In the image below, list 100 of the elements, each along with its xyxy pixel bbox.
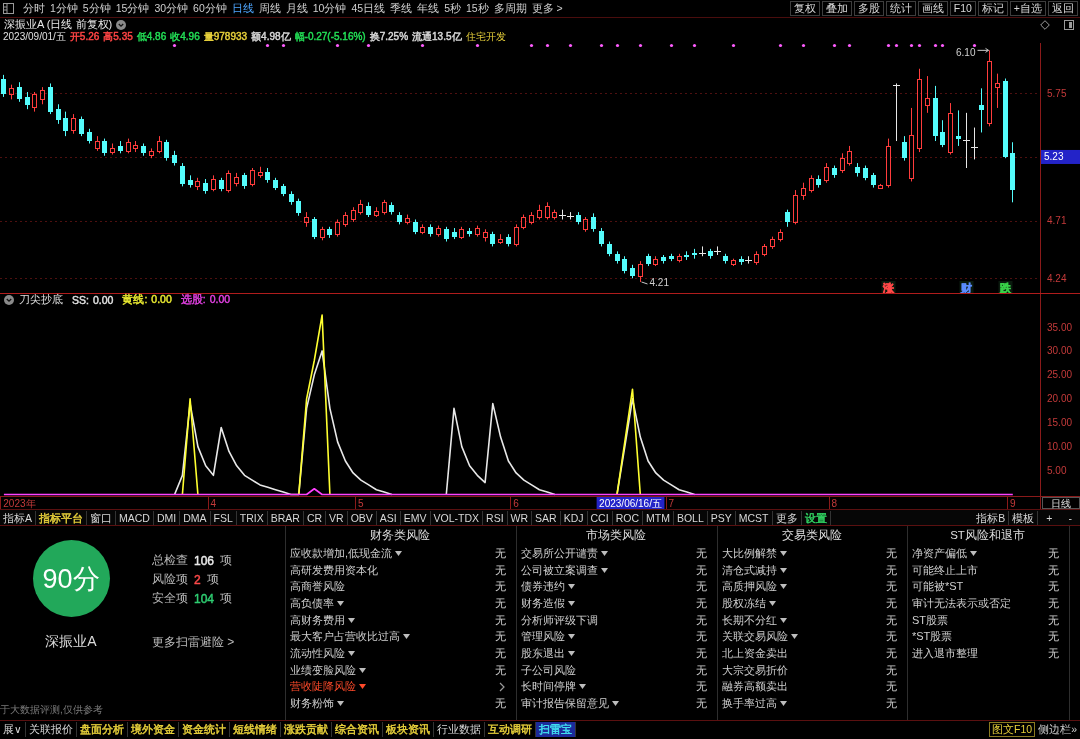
toolbar-button[interactable]: 多股 (853, 1, 884, 16)
caret-down-icon[interactable] (601, 550, 608, 556)
risk-item[interactable]: 可能终止上市 (912, 562, 978, 578)
risk-item[interactable]: *ST股票 (912, 629, 953, 645)
indicator-tab[interactable]: ASI (376, 510, 401, 525)
risk-item[interactable]: 高研发费用资本化 (290, 562, 378, 578)
indicator-tab[interactable]: 更多 (772, 510, 802, 525)
caret-down-icon[interactable] (780, 701, 787, 707)
caret-down-icon[interactable] (780, 567, 787, 573)
toolbar-button[interactable]: +自选 (1009, 1, 1046, 16)
risk-item[interactable]: 长期不分红 (722, 612, 777, 628)
risk-item[interactable]: 公司被立案调查 (521, 562, 598, 578)
caret-down-icon[interactable] (780, 584, 787, 590)
risk-item[interactable]: 高负债率 (290, 595, 334, 611)
bottom-tab[interactable]: 涨跌贡献 (280, 722, 332, 737)
indicator-tab[interactable]: FSL (210, 510, 237, 525)
risk-item[interactable]: 管理风险 (521, 629, 565, 645)
risk-item[interactable]: 换手率过高 (722, 696, 777, 712)
indicator-tab[interactable]: 模板 (1009, 510, 1039, 525)
risk-item[interactable]: 大宗交易折价 (722, 662, 788, 678)
indicator-tab[interactable]: DMA (180, 510, 211, 525)
risk-item[interactable]: 大比例解禁 (722, 545, 777, 561)
risk-item[interactable]: 融券高额卖出 (722, 679, 788, 695)
caret-down-icon[interactable] (780, 617, 787, 623)
risk-item[interactable]: 业绩变脸风险 (290, 662, 356, 678)
period-tab[interactable]: 周线 (256, 1, 283, 16)
bottom-tab[interactable]: 资金统计 (178, 722, 230, 737)
risk-item[interactable]: 营收陡降风险 (290, 679, 356, 695)
indicator-tab[interactable]: PSY (707, 510, 736, 525)
indicator-tab[interactable]: ROC (612, 510, 643, 525)
caret-down-icon[interactable] (970, 550, 977, 556)
indicator-tab[interactable]: MTM (642, 510, 674, 525)
period-tab[interactable]: 多周期 (491, 1, 529, 16)
caret-down-icon[interactable] (403, 634, 410, 640)
risk-item[interactable]: 北上资金卖出 (722, 645, 788, 661)
indicator-tab[interactable]: 指标平台 (36, 510, 87, 525)
toolbar-button[interactable]: 统计 (885, 1, 916, 16)
chevron-right-icon[interactable] (499, 681, 505, 692)
indicator-tab[interactable]: 指标A (0, 510, 36, 525)
bottom-tab[interactable]: 盘面分析 (76, 722, 128, 737)
caret-down-icon[interactable] (568, 584, 575, 590)
period-tab[interactable]: 15秒 (463, 1, 491, 16)
indicator-tab[interactable]: OBV (347, 510, 377, 525)
risk-item[interactable]: 高财务费用 (290, 612, 345, 628)
indicator-tab[interactable]: SAR (532, 510, 561, 525)
toolbar-button[interactable]: 返回 (1048, 1, 1078, 16)
caret-down-icon[interactable] (568, 600, 575, 606)
indicator-tab[interactable]: BRAR (267, 510, 304, 525)
caret-down-icon[interactable] (337, 701, 344, 707)
indicator-tab[interactable]: WR (507, 510, 533, 525)
bottom-tab[interactable]: 扫雷宝 (535, 722, 576, 737)
toolbar-button[interactable]: 复权 (789, 1, 820, 16)
risk-item[interactable]: 股权冻结 (722, 595, 766, 611)
period-tab[interactable]: 15分钟 (113, 1, 152, 16)
diamond-icon[interactable] (1040, 19, 1050, 30)
indicator-tab[interactable]: VOL-TDX (430, 510, 484, 525)
risk-item[interactable]: 可能被*ST (912, 579, 964, 595)
chevron-circle-icon[interactable] (116, 19, 127, 30)
period-tab[interactable]: 1分钟 (48, 1, 80, 16)
risk-item[interactable]: 清仓式减持 (722, 562, 777, 578)
period-tab[interactable]: 月线 (283, 1, 310, 16)
f10-button[interactable]: 图文F10 (989, 722, 1036, 737)
toolbar-button[interactable]: F10 (949, 1, 976, 16)
add-button[interactable]: + (1038, 510, 1061, 525)
bottom-tab[interactable]: 板块资讯 (382, 722, 434, 737)
bottom-tab[interactable]: 境外资金 (127, 722, 179, 737)
risk-item[interactable]: 股东退出 (521, 645, 565, 661)
bottom-tab[interactable]: 关联报价 (25, 722, 77, 737)
more-link[interactable]: 更多扫雷避险 > (152, 635, 235, 649)
period-tab[interactable]: 45日线 (349, 1, 388, 16)
toolbar-button[interactable]: 叠加 (821, 1, 852, 16)
risk-item[interactable]: 审计报告保留意见 (521, 696, 609, 712)
period-tab[interactable]: 季线 (388, 1, 415, 16)
bottom-tab[interactable]: 行业数据 (433, 722, 485, 737)
period-tab[interactable]: 10分钟 (310, 1, 349, 16)
indicator-tab[interactable]: MACD (116, 510, 154, 525)
risk-item[interactable]: ST股票 (912, 612, 949, 628)
period-tab[interactable]: 分时 (21, 1, 47, 16)
caret-down-icon[interactable] (348, 617, 355, 623)
risk-item[interactable]: 债券违约 (521, 579, 565, 595)
risk-item[interactable]: 应收款增加,低现金流 (290, 545, 393, 561)
indicator-tab[interactable]: CR (303, 510, 327, 525)
indicator-tab[interactable]: 窗口 (87, 510, 116, 525)
period-tab[interactable]: 年线 (415, 1, 442, 16)
caret-down-icon[interactable] (395, 550, 403, 556)
bottom-tab[interactable]: 展∨ (0, 722, 26, 737)
caret-down-icon[interactable] (612, 701, 619, 707)
bottom-tab[interactable]: 互动调研 (484, 722, 536, 737)
indicator-tab[interactable]: KDJ (560, 510, 588, 525)
risk-item[interactable]: 高商誉风险 (290, 579, 345, 595)
risk-item[interactable]: 分析师评级下调 (521, 612, 598, 628)
period-tab[interactable]: 60分钟 (191, 1, 229, 16)
risk-item[interactable]: 高质押风险 (722, 579, 777, 595)
risk-item[interactable]: 最大客户占营收比过高 (290, 629, 400, 645)
period-tab[interactable]: 日线 (229, 1, 256, 16)
period-tab[interactable]: 5分钟 (80, 1, 113, 16)
risk-item[interactable]: 审计无法表示或否定 (912, 595, 1011, 611)
risk-item[interactable]: 关联交易风险 (722, 629, 788, 645)
risk-item[interactable]: 交易所公开谴责 (521, 545, 598, 561)
bottom-tab[interactable]: 短线情绪 (229, 722, 281, 737)
